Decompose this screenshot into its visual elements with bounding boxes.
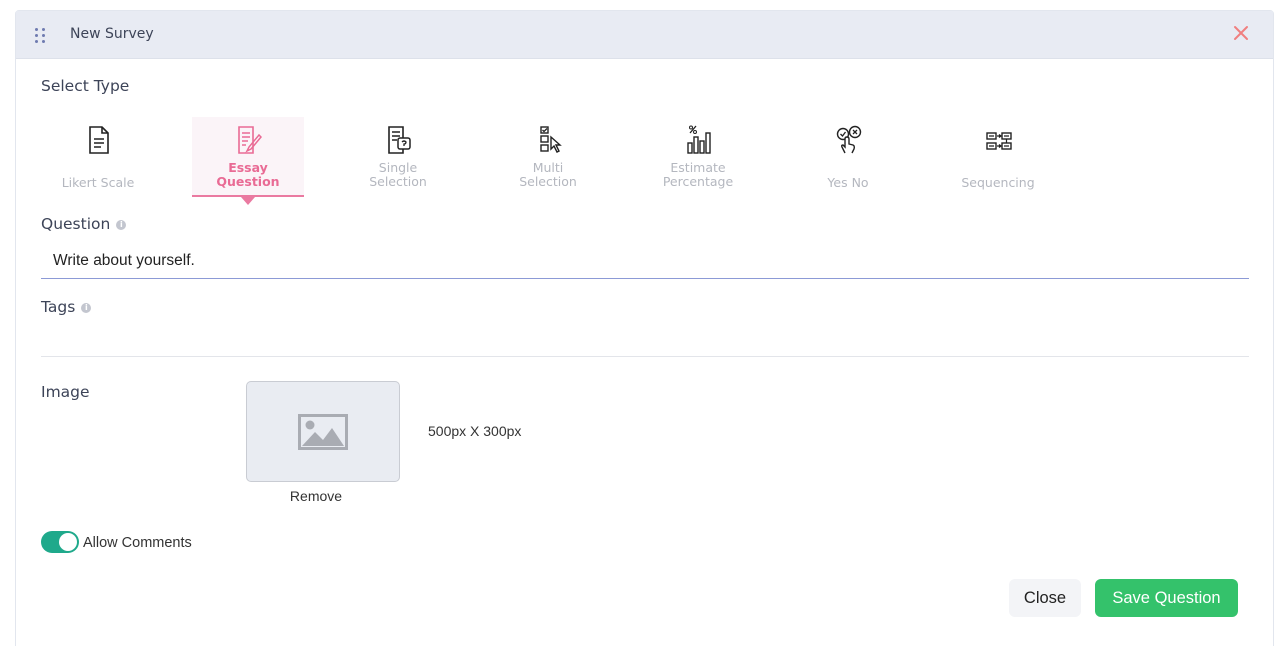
dialog-title: New Survey: [70, 26, 154, 42]
dialog-header: New Survey: [16, 11, 1273, 59]
allow-comments-label: Allow Comments: [83, 535, 192, 551]
image-size-hint: 500px X 300px: [428, 423, 522, 439]
close-icon[interactable]: [1231, 23, 1251, 43]
save-question-button[interactable]: Save Question: [1095, 579, 1238, 617]
image-upload-box[interactable]: [246, 381, 400, 482]
type-label: Likert Scale: [61, 175, 135, 190]
type-label-line2: Question: [216, 174, 280, 189]
percentage-chart-icon: [687, 125, 711, 154]
question-label: Question i: [41, 215, 127, 233]
info-icon[interactable]: i: [116, 219, 127, 230]
remove-image-link[interactable]: Remove: [246, 488, 386, 504]
type-label-line2: Selection: [369, 174, 427, 189]
tags-label: Tags i: [41, 298, 92, 316]
type-essay-question[interactable]: Essay Question: [192, 117, 304, 205]
allow-comments-toggle[interactable]: [41, 531, 79, 553]
toggle-knob: [59, 533, 77, 551]
type-label-line2: Percentage: [662, 174, 734, 189]
tags-label-text: Tags: [41, 298, 76, 316]
type-label-line1: Estimate: [670, 160, 726, 175]
type-label: Sequencing: [961, 175, 1035, 190]
image-label: Image: [41, 383, 90, 401]
info-icon[interactable]: i: [81, 302, 92, 313]
single-selection-icon: [388, 126, 411, 154]
active-indicator: [241, 197, 255, 205]
type-estimate-percentage[interactable]: Estimate Percentage: [642, 117, 754, 197]
yes-no-icon: [836, 125, 862, 154]
type-label-line1: Essay: [228, 160, 268, 175]
question-input[interactable]: [41, 243, 1249, 279]
type-label-line1: Single: [378, 160, 418, 175]
question-label-text: Question: [41, 215, 111, 233]
image-placeholder-icon: [298, 414, 348, 450]
multi-selection-icon: [540, 126, 562, 153]
type-sequencing[interactable]: Sequencing: [942, 117, 1054, 197]
essay-edit-icon: [238, 126, 262, 154]
type-yes-no[interactable]: Yes No: [792, 117, 904, 197]
type-label-line1: Multi: [532, 160, 564, 175]
type-single-selection[interactable]: Single Selection: [342, 117, 454, 197]
document-icon: [89, 126, 109, 154]
type-label: Yes No: [827, 175, 869, 190]
drag-handle-icon[interactable]: [35, 28, 47, 44]
survey-dialog: New Survey Select Type Likert Scale Essa…: [15, 10, 1274, 646]
sequencing-icon: [986, 132, 1012, 150]
type-multi-selection[interactable]: Multi Selection: [492, 117, 604, 197]
close-button[interactable]: Close: [1009, 579, 1081, 617]
select-type-label: Select Type: [41, 77, 130, 95]
type-likert-scale[interactable]: Likert Scale: [42, 117, 154, 197]
tags-input[interactable]: [41, 327, 1249, 357]
type-label-line2: Selection: [519, 174, 577, 189]
